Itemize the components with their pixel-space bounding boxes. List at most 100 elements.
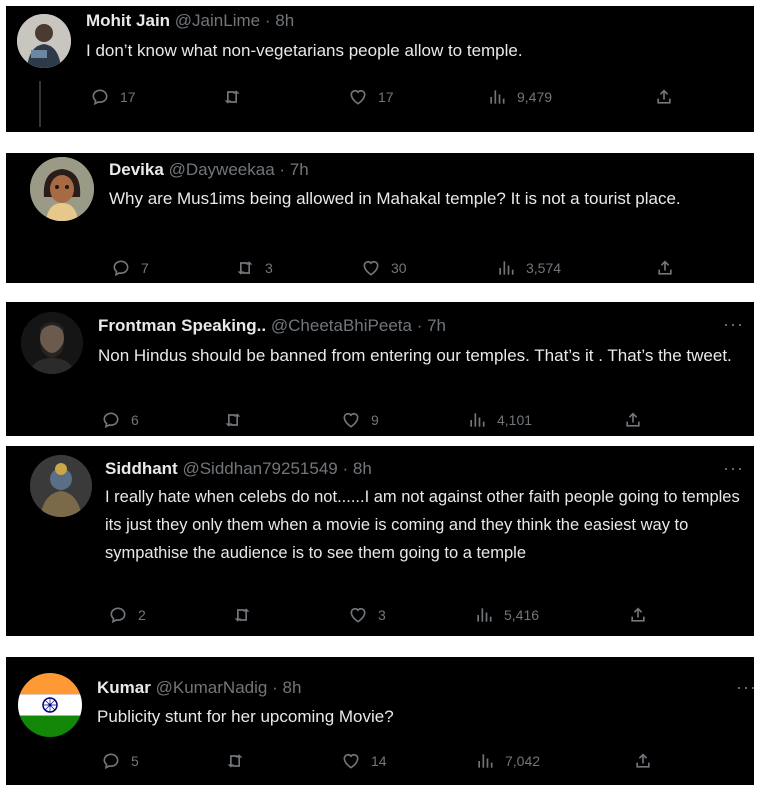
tweet-card-5[interactable]: Kumar @KumarNadig · 8h ··· Publicity stu… xyxy=(6,657,757,785)
views-button[interactable]: 7,042 xyxy=(475,749,540,773)
avatar[interactable] xyxy=(21,312,83,374)
retweet-icon xyxy=(224,90,240,104)
share-button[interactable] xyxy=(623,408,643,432)
tweet-card-3[interactable]: Frontman Speaking.. @CheetaBhiPeeta · 7h… xyxy=(6,302,754,436)
views-count: 9,479 xyxy=(517,89,553,105)
retweet-icon xyxy=(227,754,243,768)
like-count: 14 xyxy=(371,753,387,769)
reply-button[interactable]: 5 xyxy=(101,749,139,773)
author-handle[interactable]: @KumarNadig xyxy=(156,678,268,697)
avatar[interactable] xyxy=(30,157,94,221)
views-button[interactable]: 3,574 xyxy=(496,256,561,280)
author-handle[interactable]: @JainLime xyxy=(175,11,260,30)
retweet-button[interactable]: 3 xyxy=(235,256,273,280)
like-button[interactable]: 17 xyxy=(348,85,394,109)
reply-button[interactable]: 6 xyxy=(101,408,139,432)
author-name[interactable]: Kumar xyxy=(97,678,151,697)
reply-button[interactable]: 2 xyxy=(108,603,146,627)
retweet-count: 3 xyxy=(265,260,273,276)
like-count: 3 xyxy=(378,607,386,623)
separator-dot: · xyxy=(279,160,286,179)
tweet-card-4[interactable]: Siddhant @Siddhan79251549 · 8h ··· I rea… xyxy=(6,446,754,636)
author-name[interactable]: Devika xyxy=(109,160,164,179)
views-count: 4,101 xyxy=(497,412,533,428)
tweet-actions: 5 14 7,042 xyxy=(101,749,701,773)
share-button[interactable] xyxy=(655,256,675,280)
tweet-header: Mohit Jain @JainLime · 8h xyxy=(86,11,294,31)
tweet-header: Frontman Speaking.. @CheetaBhiPeeta · 7h xyxy=(98,316,446,336)
like-button[interactable]: 14 xyxy=(341,749,387,773)
reply-count: 6 xyxy=(131,412,139,428)
separator-dot: · xyxy=(272,678,278,697)
timestamp[interactable]: 8h xyxy=(282,678,301,697)
views-count: 5,416 xyxy=(504,607,540,623)
views-button[interactable]: 5,416 xyxy=(474,603,539,627)
tweet-card-2[interactable]: Devika @Dayweekaa · 7h Why are Mus1ims b… xyxy=(6,153,754,283)
share-icon xyxy=(631,607,645,622)
timestamp[interactable]: 8h xyxy=(275,11,294,30)
separator-dot: · xyxy=(264,11,271,30)
cartoon-woman-icon xyxy=(30,157,94,221)
timestamp[interactable]: 7h xyxy=(427,316,446,335)
tweet-actions: 2 3 5,416 xyxy=(108,603,708,627)
retweet-button[interactable] xyxy=(223,408,253,432)
heart-icon xyxy=(343,412,359,428)
share-button[interactable] xyxy=(633,749,653,773)
tweet-text: Non Hindus should be banned from enterin… xyxy=(98,346,732,365)
retweet-icon xyxy=(237,261,253,275)
reply-icon xyxy=(113,260,129,277)
tweet-text: Publicity stunt for her upcoming Movie? xyxy=(97,707,394,726)
author-name[interactable]: Siddhant xyxy=(105,459,178,478)
like-button[interactable]: 30 xyxy=(361,256,407,280)
heart-icon xyxy=(363,260,379,276)
share-button[interactable] xyxy=(654,85,674,109)
timestamp[interactable]: 7h xyxy=(290,160,309,179)
separator-dot: · xyxy=(416,316,423,335)
share-button[interactable] xyxy=(628,603,648,627)
timestamp[interactable]: 8h xyxy=(353,459,372,478)
tweet-card-1[interactable]: Mohit Jain @JainLime · 8h I don’t know w… xyxy=(6,6,754,132)
reply-icon xyxy=(103,753,119,770)
tweet-header: Siddhant @Siddhan79251549 · 8h xyxy=(105,459,372,479)
reply-button[interactable]: 7 xyxy=(111,256,149,280)
author-handle[interactable]: @CheetaBhiPeeta xyxy=(271,316,412,335)
like-button[interactable]: 9 xyxy=(341,408,379,432)
tweet-text: I don’t know what non-vegetarians people… xyxy=(86,41,523,60)
separator-dot: · xyxy=(342,459,349,478)
reply-count: 7 xyxy=(141,260,149,276)
author-name[interactable]: Frontman Speaking.. xyxy=(98,316,266,335)
retweet-button[interactable] xyxy=(225,749,255,773)
bearded-man-icon xyxy=(21,312,83,374)
views-button[interactable]: 4,101 xyxy=(467,408,532,432)
heart-icon xyxy=(350,89,366,105)
reply-count: 5 xyxy=(131,753,139,769)
share-icon xyxy=(658,260,672,275)
bar-chart-icon xyxy=(478,754,493,768)
bar-chart-icon xyxy=(470,413,485,427)
avatar[interactable] xyxy=(30,455,92,517)
reply-icon xyxy=(92,89,108,106)
views-count: 7,042 xyxy=(505,753,541,769)
avatar[interactable] xyxy=(17,14,71,68)
reply-button[interactable]: 17 xyxy=(90,85,136,109)
heart-icon xyxy=(343,753,359,769)
retweet-icon xyxy=(234,608,250,622)
person-photo-icon xyxy=(17,14,71,68)
views-button[interactable]: 9,479 xyxy=(487,85,552,109)
like-button[interactable]: 3 xyxy=(348,603,386,627)
tweet-text: Why are Mus1ims being allowed in Mahakal… xyxy=(109,189,681,208)
avatar[interactable] xyxy=(18,673,82,737)
like-count: 9 xyxy=(371,412,379,428)
tweet-header: Devika @Dayweekaa · 7h xyxy=(109,160,309,180)
more-options-button[interactable]: ··· xyxy=(723,314,744,335)
share-icon xyxy=(657,89,671,104)
tweet-actions: 17 17 9,479 xyxy=(90,85,690,109)
retweet-button[interactable] xyxy=(232,603,262,627)
more-options-button[interactable]: ··· xyxy=(736,677,757,698)
heart-icon xyxy=(350,607,366,623)
author-handle[interactable]: @Siddhan79251549 xyxy=(182,459,337,478)
author-handle[interactable]: @Dayweekaa xyxy=(169,160,275,179)
more-options-button[interactable]: ··· xyxy=(723,458,744,479)
retweet-button[interactable] xyxy=(222,85,252,109)
author-name[interactable]: Mohit Jain xyxy=(86,11,170,30)
